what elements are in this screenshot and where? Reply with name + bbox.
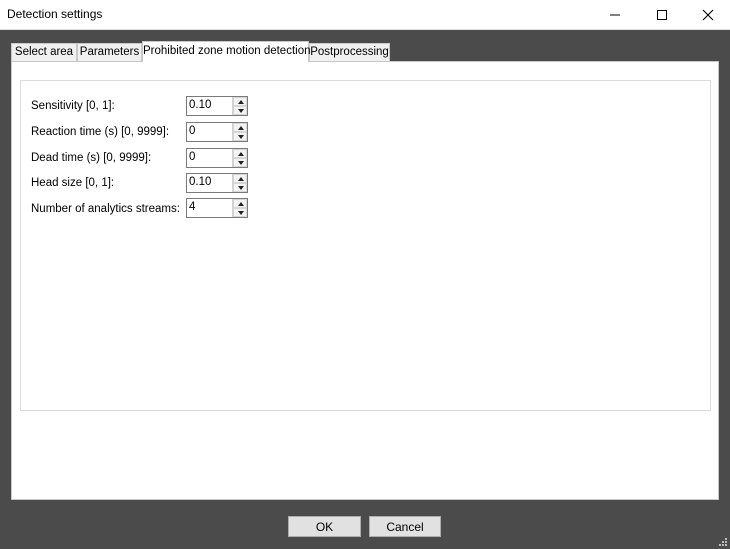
dead-time-stepper[interactable]: 0 bbox=[186, 148, 248, 168]
maximize-icon bbox=[657, 9, 667, 20]
spin-down-button[interactable] bbox=[233, 183, 247, 192]
arrow-up-icon bbox=[238, 177, 244, 181]
minimize-icon bbox=[610, 14, 620, 15]
sensitivity-value[interactable]: 0.10 bbox=[189, 99, 211, 111]
tab-label: Parameters bbox=[79, 46, 140, 58]
tab-strip: Select area Parameters Prohibited zone m… bbox=[11, 41, 721, 62]
spin-down-button[interactable] bbox=[233, 132, 247, 141]
analytics-streams-label: Number of analytics streams: bbox=[31, 203, 180, 215]
arrow-up-icon bbox=[238, 202, 244, 206]
arrow-up-icon bbox=[238, 126, 244, 130]
reaction-time-value[interactable]: 0 bbox=[189, 125, 195, 137]
arrow-down-icon bbox=[238, 186, 244, 190]
ok-button[interactable]: OK bbox=[288, 516, 361, 537]
arrow-up-icon bbox=[238, 100, 244, 104]
spin-buttons bbox=[232, 174, 247, 192]
arrow-down-icon bbox=[238, 161, 244, 165]
spin-up-button[interactable] bbox=[233, 199, 247, 208]
arrow-down-icon bbox=[238, 135, 244, 139]
minimize-button[interactable] bbox=[592, 0, 638, 29]
head-size-value[interactable]: 0.10 bbox=[189, 176, 211, 188]
spin-buttons bbox=[232, 97, 247, 115]
spin-up-button[interactable] bbox=[233, 97, 247, 106]
title-bar: Detection settings bbox=[0, 0, 730, 30]
cancel-button[interactable]: Cancel bbox=[369, 516, 441, 537]
dead-time-label: Dead time (s) [0, 9999]: bbox=[31, 152, 152, 164]
analytics-streams-value[interactable]: 4 bbox=[189, 201, 195, 213]
sensitivity-stepper[interactable]: 0.10 bbox=[186, 96, 248, 116]
window-title: Detection settings bbox=[7, 7, 103, 21]
tab-postprocessing[interactable]: Postprocessing bbox=[309, 43, 390, 61]
resize-grip-icon[interactable] bbox=[718, 537, 728, 547]
spin-down-button[interactable] bbox=[233, 106, 247, 115]
tab-label: Prohibited zone motion detection bbox=[143, 45, 311, 57]
spin-buttons bbox=[232, 123, 247, 141]
reaction-time-label: Reaction time (s) [0, 9999]: bbox=[31, 126, 170, 138]
spin-buttons bbox=[232, 149, 247, 167]
close-icon bbox=[702, 9, 714, 20]
tab-label: Select area bbox=[14, 46, 74, 58]
arrow-down-icon bbox=[238, 109, 244, 113]
cancel-label: Cancel bbox=[386, 519, 424, 534]
tab-panel: Sensitivity [0, 1]: 0.10 Reaction time (… bbox=[11, 61, 719, 500]
spin-buttons bbox=[232, 199, 247, 217]
maximize-button[interactable] bbox=[639, 0, 685, 29]
tab-parameters[interactable]: Parameters bbox=[77, 43, 142, 61]
spin-up-button[interactable] bbox=[233, 149, 247, 158]
analytics-streams-stepper[interactable]: 4 bbox=[186, 198, 248, 218]
dead-time-value[interactable]: 0 bbox=[189, 151, 195, 163]
tab-prohibited-zone-motion-detection[interactable]: Prohibited zone motion detection bbox=[142, 41, 311, 62]
spin-down-button[interactable] bbox=[233, 208, 247, 217]
spin-up-button[interactable] bbox=[233, 123, 247, 132]
tab-select-area[interactable]: Select area bbox=[11, 43, 77, 61]
close-button[interactable] bbox=[685, 0, 730, 29]
head-size-stepper[interactable]: 0.10 bbox=[186, 173, 248, 193]
spin-up-button[interactable] bbox=[233, 174, 247, 183]
arrow-up-icon bbox=[238, 152, 244, 156]
spin-down-button[interactable] bbox=[233, 158, 247, 167]
head-size-label: Head size [0, 1]: bbox=[31, 177, 115, 189]
reaction-time-stepper[interactable]: 0 bbox=[186, 122, 248, 142]
ok-label: OK bbox=[315, 519, 334, 534]
tab-label: Postprocessing bbox=[310, 46, 389, 58]
arrow-down-icon bbox=[238, 211, 244, 215]
sensitivity-label: Sensitivity [0, 1]: bbox=[31, 100, 115, 112]
